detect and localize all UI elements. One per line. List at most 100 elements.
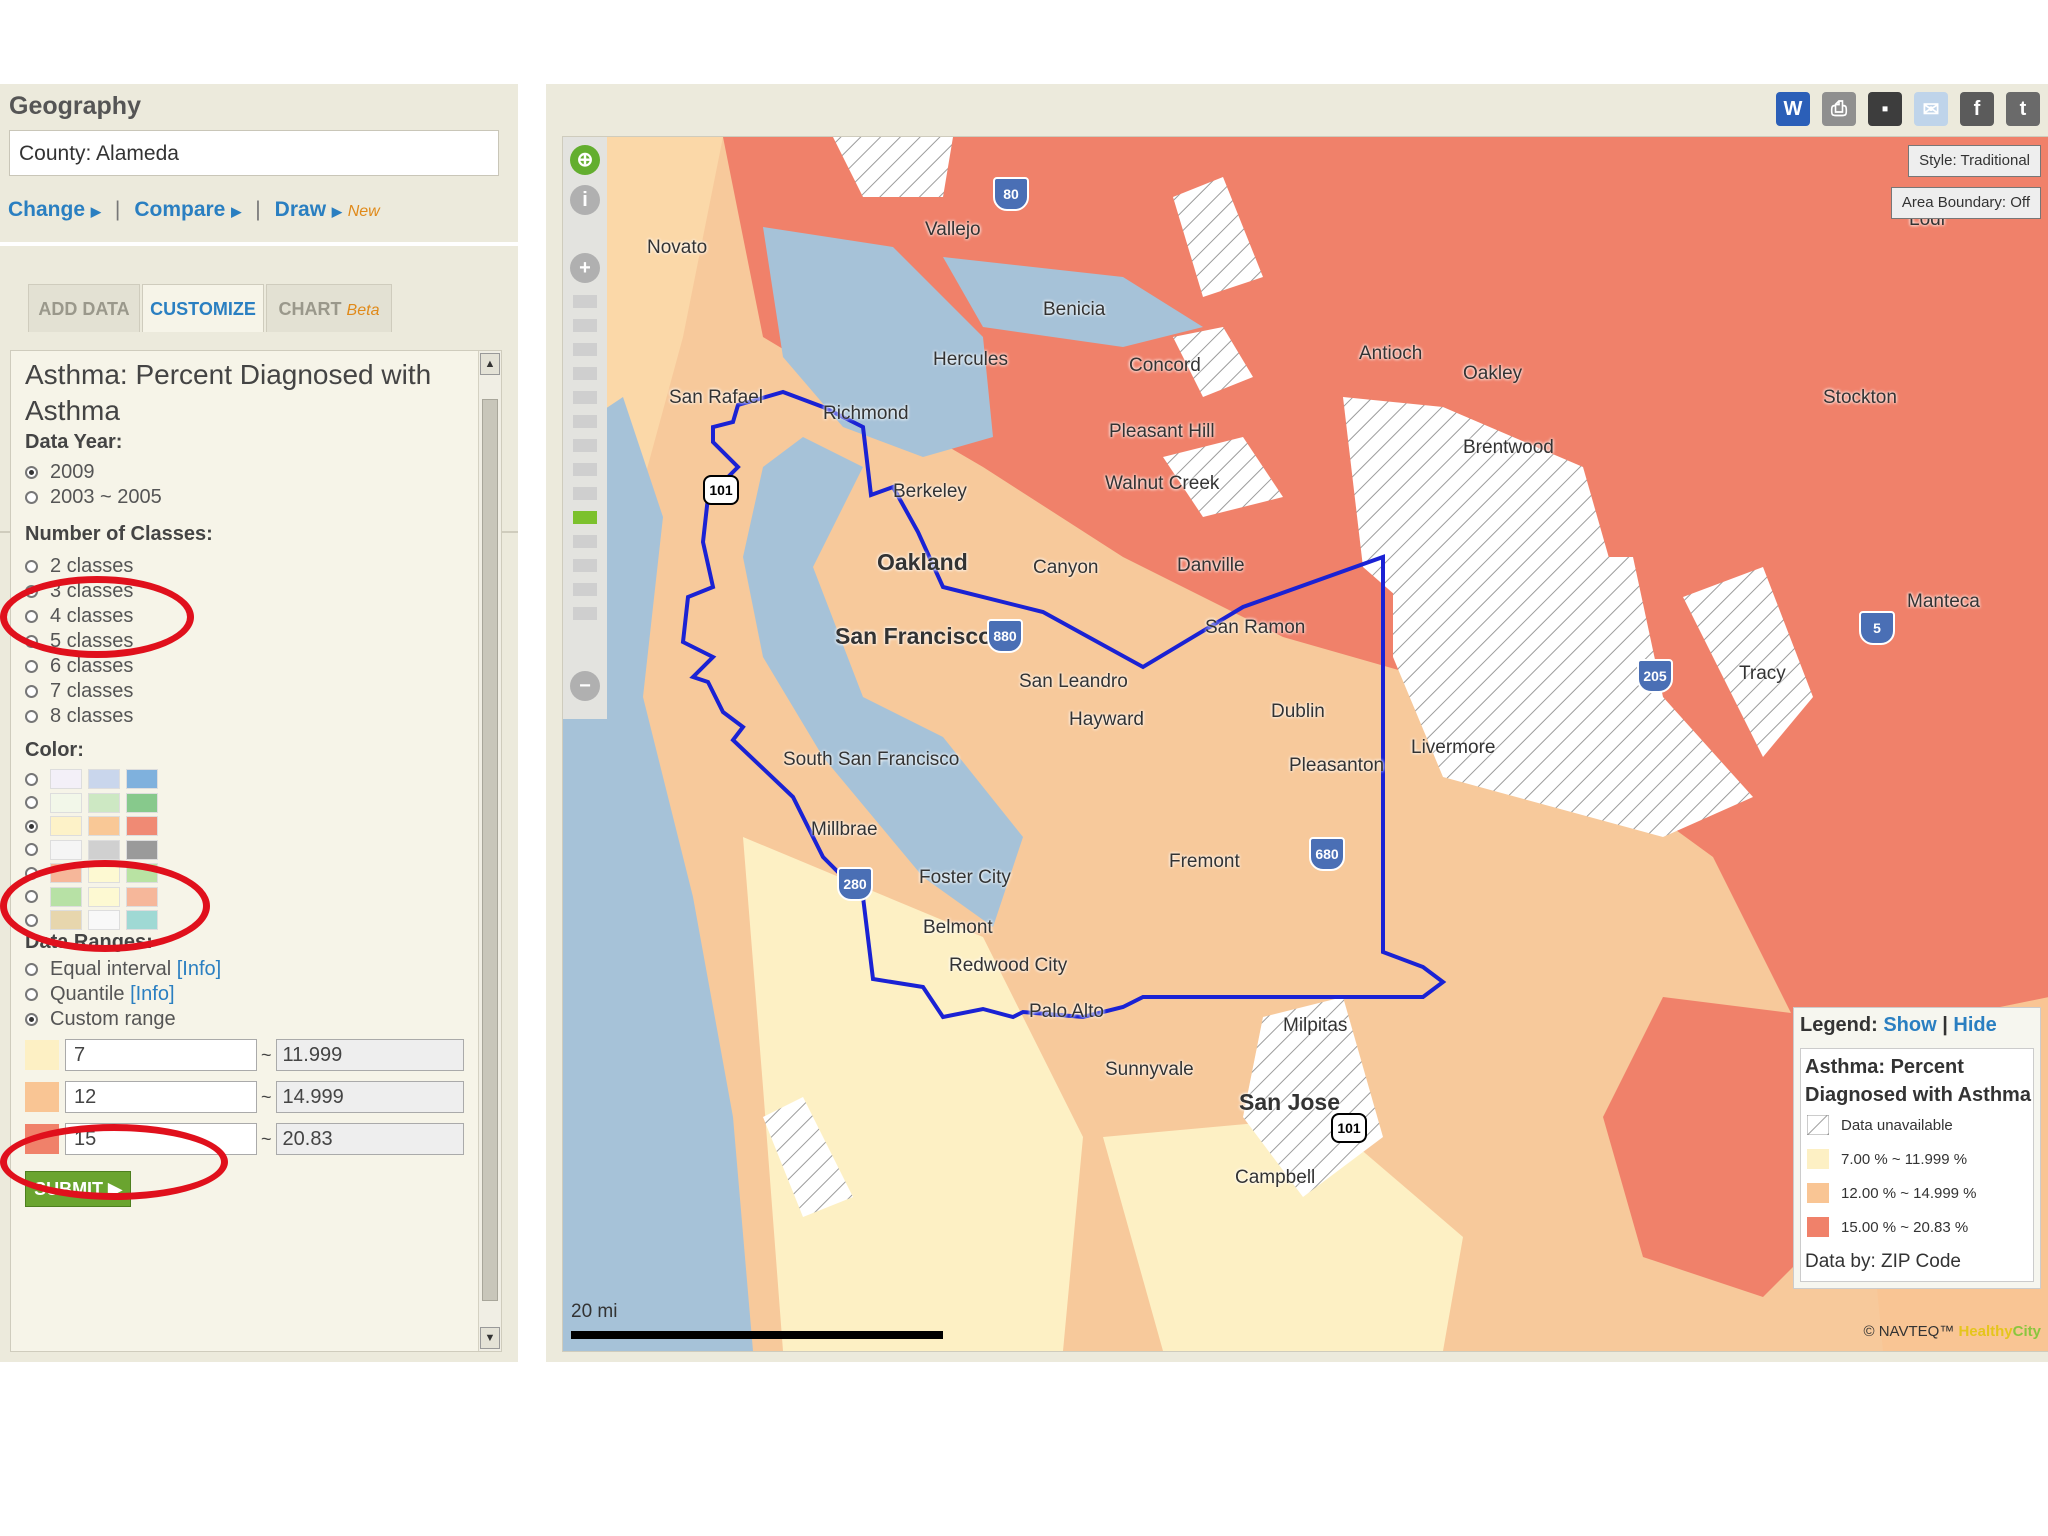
zoom-level[interactable] bbox=[573, 391, 597, 404]
zoom-level[interactable] bbox=[573, 463, 597, 476]
area-boundary-button[interactable]: Area Boundary: Off bbox=[1890, 187, 2041, 219]
layer-title: Asthma: Percent Diagnosed with Asthma bbox=[25, 359, 432, 426]
legend-header: Legend: Show | Hide bbox=[1800, 1014, 1997, 1037]
range-swatch bbox=[25, 1040, 59, 1070]
legend-title: Asthma: Percent Diagnosed with Asthma bbox=[1805, 1056, 2031, 1106]
place-label: San Rafael bbox=[669, 387, 764, 408]
classes-option-7[interactable]: 7 classes bbox=[25, 680, 133, 703]
range-row: 12 ~ 14.999 bbox=[25, 1081, 464, 1113]
annotation-circle-custom-range bbox=[0, 1124, 228, 1200]
zoom-level[interactable] bbox=[573, 415, 597, 428]
tab-customize[interactable]: CUSTOMIZE bbox=[142, 284, 264, 332]
place-label: Oakley bbox=[1463, 363, 1523, 384]
tab-add-data[interactable]: ADD DATA bbox=[28, 284, 140, 332]
compare-link[interactable]: Compare ▶ bbox=[134, 198, 241, 222]
pan-globe-icon[interactable]: ⊕ bbox=[570, 145, 600, 175]
range-min-input[interactable]: 12 bbox=[65, 1081, 257, 1113]
style-button[interactable]: Style: Traditional bbox=[1908, 145, 2041, 177]
classes-option-2[interactable]: 2 classes bbox=[25, 555, 133, 578]
panel-scrollbar[interactable]: ▲ ▼ bbox=[478, 351, 501, 1351]
range-row: 7 ~ 11.999 bbox=[25, 1039, 464, 1071]
color-scheme-option[interactable] bbox=[25, 792, 158, 813]
place-label: Novato bbox=[647, 237, 708, 258]
zoom-level[interactable] bbox=[573, 487, 597, 500]
classes-option-8[interactable]: 8 classes bbox=[25, 705, 133, 728]
legend-item-label: 15.00 % ~ 20.83 % bbox=[1841, 1218, 1969, 1236]
scroll-up-icon[interactable]: ▲ bbox=[480, 353, 500, 375]
range-method-equal[interactable]: Equal interval [Info] bbox=[25, 958, 221, 981]
customize-panel: Asthma: Percent Diagnosed with Asthma Da… bbox=[10, 350, 502, 1352]
range-min-input[interactable]: 7 bbox=[65, 1039, 257, 1071]
place-label: Foster City bbox=[919, 867, 1011, 888]
classes-option-6[interactable]: 6 classes bbox=[25, 655, 133, 678]
save-icon[interactable]: ▪ bbox=[1868, 92, 1902, 126]
zoom-out-icon[interactable]: − bbox=[570, 671, 600, 701]
legend-hide-link[interactable]: Hide bbox=[1953, 1014, 1996, 1036]
legend-item-label: Data unavailable bbox=[1841, 1116, 1953, 1134]
map-canvas[interactable]: Novato Vallejo Benicia Hercules Concord … bbox=[562, 136, 2048, 1352]
zoom-level[interactable] bbox=[573, 559, 597, 572]
highway-shield: 80 bbox=[993, 177, 1029, 211]
color-scheme-option[interactable] bbox=[25, 816, 158, 836]
place-label: Millbrae bbox=[811, 819, 878, 840]
map-panel: W ⎙ ▪ ✉ f t Novato Vallejo Benicia Hercu… bbox=[546, 84, 2048, 1362]
email-icon[interactable]: ✉ bbox=[1914, 92, 1948, 126]
color-swatches bbox=[50, 769, 158, 789]
twitter-icon[interactable]: t bbox=[2006, 92, 2040, 126]
word-icon[interactable]: W bbox=[1776, 92, 1810, 126]
year-option-2003-2005[interactable]: 2003 ~ 2005 bbox=[25, 486, 162, 509]
zoom-level[interactable] bbox=[573, 607, 597, 620]
tab-chart[interactable]: CHART Beta bbox=[266, 284, 392, 332]
brand-logo: Healthy bbox=[1958, 1323, 2013, 1340]
scroll-down-icon[interactable]: ▼ bbox=[480, 1327, 500, 1349]
facebook-icon[interactable]: f bbox=[1960, 92, 1994, 126]
legend-swatch bbox=[1807, 1149, 1829, 1169]
color-scheme-option[interactable] bbox=[25, 769, 158, 789]
draw-label: Draw bbox=[274, 198, 327, 221]
legend-show-link[interactable]: Show bbox=[1883, 1014, 1936, 1036]
zoom-level-current[interactable] bbox=[573, 511, 597, 524]
color-swatches bbox=[50, 816, 158, 836]
compare-label: Compare bbox=[134, 198, 226, 221]
zoom-level[interactable] bbox=[573, 319, 597, 332]
color-swatch bbox=[50, 769, 82, 789]
info-icon[interactable]: i bbox=[570, 185, 600, 215]
place-label: Belmont bbox=[923, 917, 993, 938]
print-icon[interactable]: ⎙ bbox=[1822, 92, 1856, 126]
scroll-thumb[interactable] bbox=[482, 399, 498, 1301]
range-separator: ~ bbox=[261, 1044, 272, 1065]
zoom-level[interactable] bbox=[573, 343, 597, 356]
info-link[interactable]: [Info] bbox=[130, 983, 174, 1006]
draw-link[interactable]: Draw ▶ New bbox=[275, 198, 380, 222]
change-link[interactable]: Change ▶ bbox=[8, 198, 101, 222]
zoom-level[interactable] bbox=[573, 439, 597, 452]
annotation-circle-classes bbox=[0, 576, 194, 658]
highway-shield: 280 bbox=[837, 867, 873, 901]
radio-icon bbox=[25, 491, 38, 504]
place-label: Fremont bbox=[1169, 851, 1240, 872]
legend-swatch bbox=[1807, 1217, 1829, 1237]
zoom-level[interactable] bbox=[573, 535, 597, 548]
range-method-custom[interactable]: Custom range bbox=[25, 1008, 176, 1031]
place-label: Berkeley bbox=[893, 481, 967, 502]
year-option-2009[interactable]: 2009 bbox=[25, 461, 95, 484]
place-label: Palo Alto bbox=[1029, 1001, 1104, 1022]
legend-swatch bbox=[1806, 1114, 1830, 1136]
place-label: Brentwood bbox=[1463, 437, 1554, 458]
zoom-in-icon[interactable]: + bbox=[570, 253, 600, 283]
color-swatch bbox=[50, 816, 82, 836]
place-label: San Ramon bbox=[1205, 617, 1306, 638]
radio-icon bbox=[25, 710, 38, 723]
classes-label: Number of Classes: bbox=[25, 523, 213, 545]
range-method-quantile[interactable]: Quantile [Info] bbox=[25, 983, 175, 1006]
annotation-circle-color bbox=[0, 860, 210, 952]
color-scheme-option[interactable] bbox=[25, 839, 158, 860]
year-option-label: 2009 bbox=[50, 461, 95, 483]
info-link[interactable]: [Info] bbox=[177, 958, 221, 981]
link-separator: | bbox=[114, 198, 121, 221]
zoom-level[interactable] bbox=[573, 583, 597, 596]
zoom-level[interactable] bbox=[573, 367, 597, 380]
place-label: Pleasanton bbox=[1289, 755, 1385, 776]
zoom-level[interactable] bbox=[573, 295, 597, 308]
geography-field[interactable]: County: Alameda bbox=[9, 130, 499, 176]
